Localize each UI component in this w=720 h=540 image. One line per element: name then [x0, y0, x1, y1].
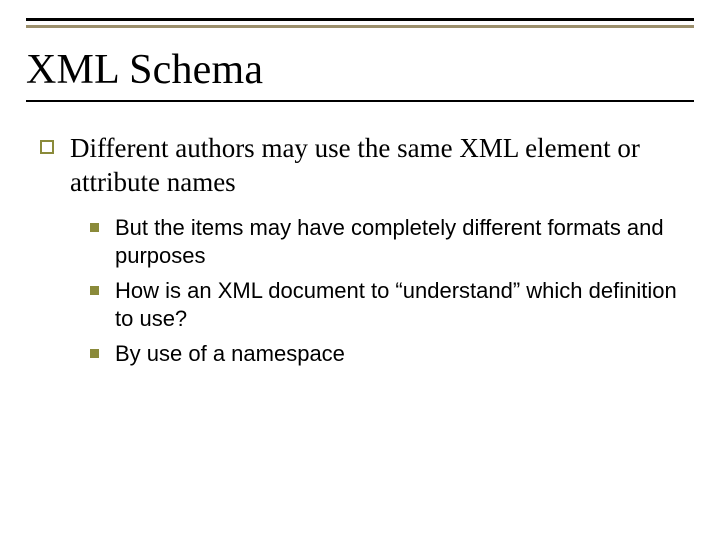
list-item: Different authors may use the same XML e… [40, 132, 694, 200]
solid-square-bullet-icon [90, 349, 99, 358]
list-item-text: Different authors may use the same XML e… [70, 132, 694, 200]
solid-square-bullet-icon [90, 223, 99, 232]
list-item-text: How is an XML document to “understand” w… [115, 277, 694, 334]
solid-square-bullet-icon [90, 286, 99, 295]
bullet-list-level2: But the items may have completely differ… [40, 214, 694, 369]
slide-title: XML Schema [26, 46, 694, 94]
list-item: By use of a namespace [90, 340, 694, 369]
list-item: How is an XML document to “understand” w… [90, 277, 694, 334]
hollow-square-bullet-icon [40, 140, 54, 154]
top-rule-shadow [26, 25, 694, 28]
top-rule [26, 18, 694, 21]
bullet-list-level1: Different authors may use the same XML e… [40, 132, 694, 200]
list-item-text: But the items may have completely differ… [115, 214, 694, 271]
slide-body: Different authors may use the same XML e… [26, 132, 694, 368]
slide: XML Schema Different authors may use the… [0, 0, 720, 540]
title-underline [26, 100, 694, 102]
list-item: But the items may have completely differ… [90, 214, 694, 271]
list-item-text: By use of a namespace [115, 340, 345, 369]
